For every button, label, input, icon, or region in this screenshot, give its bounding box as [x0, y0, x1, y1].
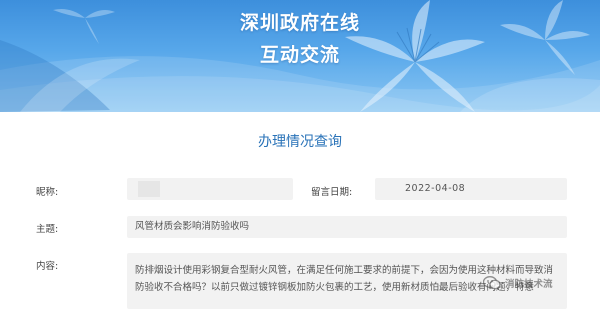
section-title: 办理情况查询	[258, 134, 342, 150]
nickname-redaction	[138, 181, 160, 197]
banner-subtitle: 互动交流	[259, 44, 340, 66]
banner-title: 深圳政府在线	[239, 12, 360, 34]
banner: 深圳政府在线 互动交流	[0, 0, 600, 112]
subject-field: 风管材质会影响消防验收吗	[127, 216, 567, 238]
watermark: 消防技术流	[482, 274, 553, 292]
message-date-field: 2022-04-08	[375, 178, 567, 200]
content-label: 内容:	[36, 261, 59, 272]
wechat-icon	[482, 275, 501, 290]
message-date-label: 留言日期:	[311, 187, 353, 198]
subject-label: 主题:	[36, 224, 59, 235]
page: 深圳政府在线 互动交流 办理情况查询 昵称: 留言日期: 2022-04-08 …	[0, 0, 600, 309]
nickname-field	[127, 178, 293, 200]
watermark-text: 消防技术流	[505, 279, 553, 290]
nickname-label: 昵称:	[36, 187, 59, 198]
